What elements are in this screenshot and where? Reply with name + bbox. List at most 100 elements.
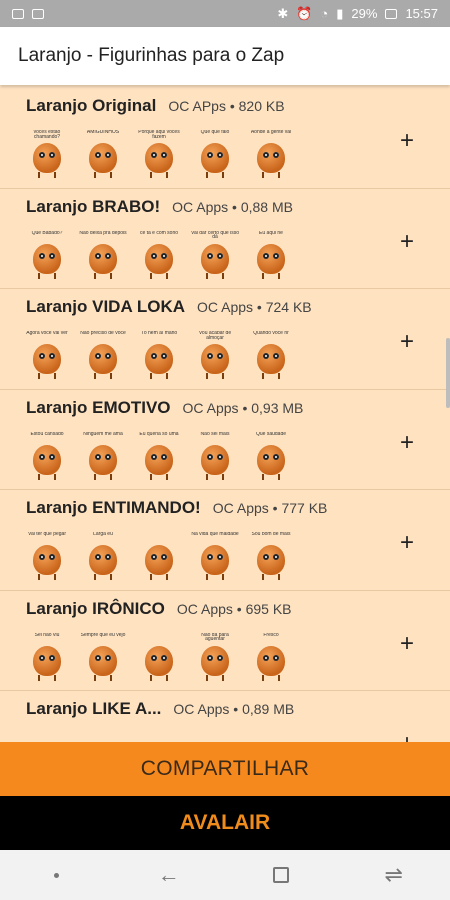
sticker-pack-row[interactable]: Laranjo IRÔNICO OC Apps • 695 KB Sei não v… bbox=[0, 591, 450, 691]
sticker-thumbnail bbox=[138, 633, 180, 681]
sticker-thumbnail bbox=[194, 733, 236, 742]
sticker-thumbnail: Tô nem aí mano bbox=[138, 331, 180, 379]
add-pack-button[interactable]: + bbox=[394, 530, 420, 556]
sticker-thumbnail: Que saudade bbox=[250, 432, 292, 480]
character-legs bbox=[262, 172, 280, 178]
character-legs bbox=[206, 674, 224, 681]
battery-percentage: 29% bbox=[351, 6, 378, 21]
sticker-caption: Na vida que maldade bbox=[191, 532, 239, 537]
sticker-thumbnail: Não dá para aguentar bbox=[194, 633, 236, 681]
sticker-thumbnail: Porque aqui vocês fazem bbox=[138, 130, 180, 178]
sticker-pack-row[interactable]: Laranjo Original OC APps • 820 KB vocês es… bbox=[0, 88, 450, 189]
rate-button[interactable]: AVALAIR bbox=[0, 796, 450, 850]
character-legs bbox=[94, 373, 112, 379]
sticker-thumbnail: Sei não viu bbox=[26, 633, 68, 681]
orange-character-icon bbox=[201, 344, 229, 374]
sticker-thumbnail: Que Babado? bbox=[26, 231, 68, 279]
share-button[interactable]: COMPARTILHAR bbox=[0, 742, 450, 796]
character-legs bbox=[206, 574, 224, 580]
pack-name: Laranjo EMOTIVO bbox=[26, 397, 171, 417]
bluetooth-icon: ✱ bbox=[277, 5, 289, 21]
pack-header: Laranjo BRABO! OC Apps • 0,88 MB bbox=[26, 197, 436, 221]
signal-icon: ▮ bbox=[336, 5, 344, 21]
sticker-pack-row[interactable]: Laranjo VIDA LOKA OC Apps • 724 KB Agora v… bbox=[0, 289, 450, 390]
add-pack-button[interactable]: + bbox=[394, 128, 420, 154]
sticker-caption bbox=[191, 733, 239, 742]
sticker-caption: Não sei mais bbox=[200, 431, 230, 437]
sticker-thumbnail bbox=[138, 733, 180, 742]
character-legs bbox=[94, 674, 112, 681]
navigation-bar: ← ⇌ bbox=[0, 850, 450, 900]
add-pack-button[interactable]: + bbox=[394, 329, 420, 355]
sticker-thumbnail: Não sei mais bbox=[194, 432, 236, 480]
orange-character-icon bbox=[257, 344, 285, 374]
orange-character-icon bbox=[257, 645, 285, 676]
sticker-caption: AMIGUINHOS bbox=[86, 130, 120, 135]
orange-character-icon bbox=[33, 545, 61, 575]
orange-character-icon bbox=[145, 143, 173, 173]
pack-meta: OC Apps • 777 KB bbox=[212, 500, 328, 516]
pack-header: Laranjo LIKE A... OC Apps • 0,89 MB bbox=[26, 699, 436, 723]
character-legs bbox=[94, 574, 112, 580]
home-button[interactable] bbox=[261, 855, 301, 895]
pack-header: Laranjo ENTIMANDO! OC Apps • 777 KB bbox=[26, 498, 436, 522]
sticker-caption bbox=[135, 633, 183, 642]
battery-icon bbox=[385, 8, 398, 19]
character-legs bbox=[38, 674, 56, 681]
add-pack-button[interactable]: + bbox=[394, 731, 420, 743]
character-legs bbox=[38, 373, 56, 379]
character-legs bbox=[38, 473, 56, 480]
pack-meta: OC Apps • 0,93 MB bbox=[182, 399, 304, 416]
pack-meta: OC APps • 820 KB bbox=[168, 98, 285, 114]
pack-meta: OC Apps • 724 KB bbox=[197, 299, 312, 315]
character-legs bbox=[150, 172, 168, 178]
sticker-caption: Não preciso de você bbox=[80, 331, 126, 336]
back-button[interactable]: ← bbox=[149, 855, 189, 895]
pack-meta: OC Apps • 695 KB bbox=[176, 600, 292, 617]
sticker-thumbnail: Vai dar certo que isso dá bbox=[191, 231, 239, 279]
sticker-pack-row[interactable]: Laranjo ENTIMANDO! OC Apps • 777 KB Vai te… bbox=[0, 490, 450, 591]
assistant-dot-button[interactable] bbox=[36, 855, 76, 895]
scrollbar[interactable] bbox=[446, 338, 450, 408]
sticker-pack-row[interactable]: Laranjo EMOTIVO OC Apps • 0,93 MB Estou ca… bbox=[0, 390, 450, 490]
sticker-preview-strip: Agora você vai ver Não preciso de você Tô … bbox=[26, 331, 436, 379]
sticker-caption: Estou cansado bbox=[30, 431, 64, 437]
sticker-preview-strip: Estou cansado Ninguém me ama Eu queria só … bbox=[26, 432, 436, 480]
character-legs bbox=[38, 272, 56, 279]
recents-button[interactable]: ⇌ bbox=[374, 855, 414, 895]
character-legs bbox=[150, 473, 168, 480]
pack-meta: OC Apps • 0,89 MB bbox=[173, 701, 295, 717]
sticker-caption: Que saudade bbox=[255, 431, 287, 437]
sticker-pack-row[interactable]: Laranjo BRABO! OC Apps • 0,88 MB Que Babad… bbox=[0, 189, 450, 289]
sticker-thumbnail: Que que falo bbox=[194, 130, 236, 178]
pack-name: Laranjo Original bbox=[26, 96, 157, 115]
orange-character-icon bbox=[89, 645, 117, 676]
add-pack-button[interactable]: + bbox=[394, 630, 420, 657]
sticker-thumbnail: Fresco bbox=[250, 633, 292, 681]
pack-name: Laranjo IRÔNICO bbox=[26, 598, 165, 618]
sticker-thumbnail bbox=[138, 532, 180, 580]
sticker-caption: Vai ter que pegar bbox=[28, 532, 66, 537]
orange-character-icon bbox=[201, 444, 229, 475]
add-pack-button[interactable]: + bbox=[394, 228, 420, 255]
orange-character-icon bbox=[201, 545, 229, 575]
orange-character-icon bbox=[33, 444, 61, 475]
character-legs bbox=[206, 473, 224, 480]
orange-character-icon bbox=[89, 243, 117, 274]
add-pack-button[interactable]: + bbox=[394, 429, 420, 456]
sticker-thumbnail: Ninguém me ama bbox=[82, 432, 124, 480]
sticker-caption bbox=[247, 733, 295, 742]
sticker-pack-list[interactable]: Laranjo Original OC APps • 820 KB vocês es… bbox=[0, 88, 450, 742]
character-legs bbox=[38, 172, 56, 178]
sticker-thumbnail: Não deixa pra depois bbox=[79, 231, 127, 279]
pack-header: Laranjo IRÔNICO OC Apps • 695 KB bbox=[26, 599, 436, 623]
sticker-thumbnail: Quando você rir bbox=[250, 331, 292, 379]
sticker-thumbnail: Aonde a gente vai bbox=[250, 130, 292, 178]
sticker-thumbnail: Vou acabar de almoçar bbox=[194, 331, 236, 379]
sticker-pack-row[interactable]: Laranjo LIKE A... OC Apps • 0,89 MB + bbox=[0, 691, 450, 742]
character-legs bbox=[150, 574, 168, 580]
sticker-caption: Tô nem aí mano bbox=[140, 331, 178, 336]
orange-character-icon bbox=[89, 143, 117, 173]
sticker-caption bbox=[79, 733, 127, 742]
sticker-caption: Ninguém me ama bbox=[83, 431, 123, 437]
